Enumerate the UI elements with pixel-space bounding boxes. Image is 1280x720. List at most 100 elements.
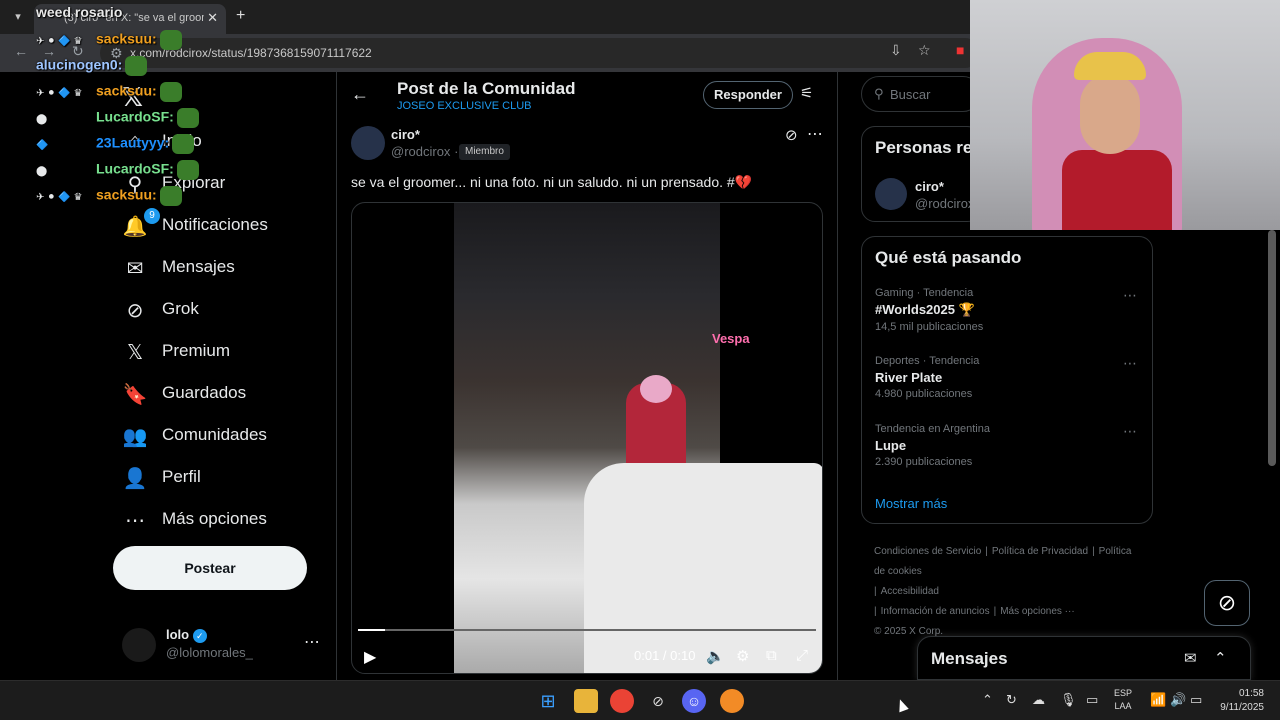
video-progress-bar[interactable]: [358, 629, 816, 631]
chat-message: alucinogen0:: [36, 56, 226, 82]
expand-drawer-icon[interactable]: ⌃: [1214, 649, 1227, 667]
chat-message: 🔷 23Lautyyy:: [36, 134, 226, 160]
input-language[interactable]: ESP LAA: [1114, 687, 1132, 713]
show-hidden-icons-icon[interactable]: ⌃: [982, 692, 993, 708]
picture-in-picture-icon[interactable]: ⧉: [766, 647, 777, 664]
footer-link[interactable]: Información de anuncios: [881, 606, 990, 617]
page-scrollbar[interactable]: [1268, 230, 1276, 466]
trend-more-icon[interactable]: ⋯: [1123, 423, 1137, 440]
post-author-handle[interactable]: @rodcirox ·: [391, 144, 458, 159]
trend-item[interactable]: Tendencia en Argentina Lupe 2.390 publicac…: [875, 423, 1145, 479]
chat-username[interactable]: alucinogen0: [36, 57, 118, 73]
windows-start-icon[interactable]: ⊞: [536, 689, 560, 713]
trend-item[interactable]: Gaming · Tendencia #Worlds2025 🏆 14,5 mil …: [875, 287, 1145, 343]
app-icon[interactable]: ⊘: [646, 689, 670, 713]
sidebar-item-m-s-opciones[interactable]: ⋯ Más opciones: [122, 500, 336, 540]
grok-floating-button[interactable]: ⊘: [1204, 580, 1250, 626]
show-more-link[interactable]: Mostrar más: [875, 496, 947, 511]
system-clock[interactable]: 01:58 9/11/2025: [1214, 687, 1264, 715]
more-icon[interactable]: ⋯: [304, 632, 320, 652]
footer-link[interactable]: Condiciones de Servicio: [874, 546, 981, 557]
sidebar-item-guardados[interactable]: 🔖 Guardados: [122, 374, 336, 414]
community-name[interactable]: JOSEO EXCLUSIVE CLUB: [397, 100, 532, 112]
sidebar-item-premium[interactable]: 𝕏 Premium: [122, 332, 336, 372]
chrome-icon[interactable]: [610, 689, 634, 713]
post-author-name[interactable]: ciro*: [391, 127, 420, 142]
url-field[interactable]: ⚙ x.com/rodcirox/status/1987368159071117…: [100, 38, 980, 68]
chat-message: weed rosario: [36, 4, 226, 30]
messages-drawer-title: Mensajes: [931, 649, 1008, 668]
chat-username[interactable]: sacksuu: [96, 83, 152, 99]
chat-username[interactable]: weed rosario: [36, 4, 122, 20]
volume-tray-icon[interactable]: 🔊: [1170, 692, 1186, 708]
discord-icon[interactable]: ☺: [682, 689, 706, 713]
display-icon[interactable]: ▭: [1086, 692, 1098, 708]
sync-icon[interactable]: ↻: [1006, 692, 1017, 708]
chat-username[interactable]: LucardoSF: [96, 109, 169, 125]
microphone-icon[interactable]: 🎙: [1060, 692, 1077, 708]
video-car: [584, 463, 822, 673]
chat-emote-icon: [172, 134, 195, 154]
settings-gear-icon[interactable]: ⚙: [736, 647, 749, 665]
sidebar-item-label: Premium: [162, 341, 231, 360]
search-input[interactable]: ⚲ Buscar: [861, 76, 981, 112]
chat-message: ⬤ LucardoSF:: [36, 160, 226, 186]
post-text: se va el groomer... ni una foto. ni un s…: [351, 174, 753, 190]
battery-icon[interactable]: ▭: [1190, 692, 1202, 708]
chat-username[interactable]: LucardoSF: [96, 161, 169, 177]
webcam-face: [1080, 74, 1140, 154]
sidebar-item-label: Comunidades: [162, 425, 267, 444]
grok-icon[interactable]: ⊘: [785, 126, 798, 144]
trend-category: Gaming · Tendencia: [875, 287, 974, 299]
new-message-icon[interactable]: ✉: [1184, 649, 1197, 667]
sidebar-item-grok[interactable]: ⊘ Grok: [122, 290, 336, 330]
chat-username[interactable]: sacksuu: [96, 187, 152, 203]
trend-item[interactable]: Deportes · Tendencia River Plate 4.980 pub…: [875, 355, 1145, 411]
tab-search-dropdown-icon[interactable]: ▾: [8, 7, 28, 27]
messages-drawer[interactable]: Mensajes ✉ ⌃: [917, 636, 1251, 680]
back-arrow-icon[interactable]: ←: [351, 84, 369, 105]
post-button[interactable]: Postear: [113, 546, 307, 590]
footer-separator: |: [993, 606, 997, 617]
filter-settings-icon[interactable]: ⚟: [800, 84, 813, 102]
volume-icon[interactable]: 🔈: [706, 647, 725, 665]
sidebar-item-perfil[interactable]: 👤 Perfil: [122, 458, 336, 498]
bookmark-star-icon[interactable]: ☆: [918, 42, 931, 59]
avatar[interactable]: [875, 178, 907, 210]
sidebar-item-mensajes[interactable]: ✉ Mensajes: [122, 248, 336, 288]
wifi-icon[interactable]: 📶: [1150, 692, 1166, 708]
chat-emote-icon: [176, 108, 199, 128]
fullscreen-icon[interactable]: ⤢: [796, 647, 808, 664]
sidebar-item-notificaciones[interactable]: 🔔 Notificaciones 9: [122, 206, 336, 246]
cloud-icon[interactable]: ☁: [1032, 692, 1045, 708]
install-app-icon[interactable]: ⇩: [890, 42, 902, 59]
footer-link[interactable]: Política de Privacidad: [992, 546, 1088, 557]
premium-icon: 𝕏: [126, 342, 144, 364]
trend-more-icon[interactable]: ⋯: [1123, 355, 1137, 372]
new-tab-button[interactable]: +: [236, 7, 245, 25]
guardados-icon: 🔖: [122, 384, 148, 406]
footer-link[interactable]: Más opciones ···: [1000, 606, 1074, 617]
account-switcher[interactable]: lolo ✓ @lolomorales_ ⋯: [122, 624, 332, 670]
sidebar-item-comunidades[interactable]: 👥 Comunidades: [122, 416, 336, 456]
mensajes-icon: ✉: [126, 258, 144, 280]
chat-username[interactable]: 23Lautyyy: [96, 135, 164, 151]
footer-link[interactable]: Accesibilidad: [881, 586, 939, 597]
fl-studio-icon[interactable]: [720, 689, 744, 713]
video-time: 0:01 / 0:10: [634, 648, 696, 663]
post-more-icon[interactable]: ⋯: [807, 124, 823, 144]
play-icon[interactable]: ▶: [364, 647, 376, 667]
post-author-avatar[interactable]: [351, 126, 385, 160]
chat-username[interactable]: sacksuu: [96, 31, 152, 47]
chat-badges: ⬤: [36, 113, 48, 125]
trend-count: 2.390 publicaciones: [875, 456, 973, 468]
page-title: Post de la Comunidad: [397, 79, 576, 98]
extension-icon[interactable]: ■: [956, 42, 964, 58]
video-player[interactable]: Vespa ▶ 0:01 / 0:10 🔈 ⚙ ⧉ ⤢: [351, 202, 823, 674]
trend-more-icon[interactable]: ⋯: [1123, 287, 1137, 304]
file-explorer-icon[interactable]: [574, 689, 598, 713]
neon-sign: Vespa: [712, 331, 750, 346]
reply-button[interactable]: Responder: [703, 81, 793, 109]
relevant-person-name[interactable]: ciro*: [915, 179, 944, 194]
back-icon[interactable]: ←: [14, 43, 28, 59]
